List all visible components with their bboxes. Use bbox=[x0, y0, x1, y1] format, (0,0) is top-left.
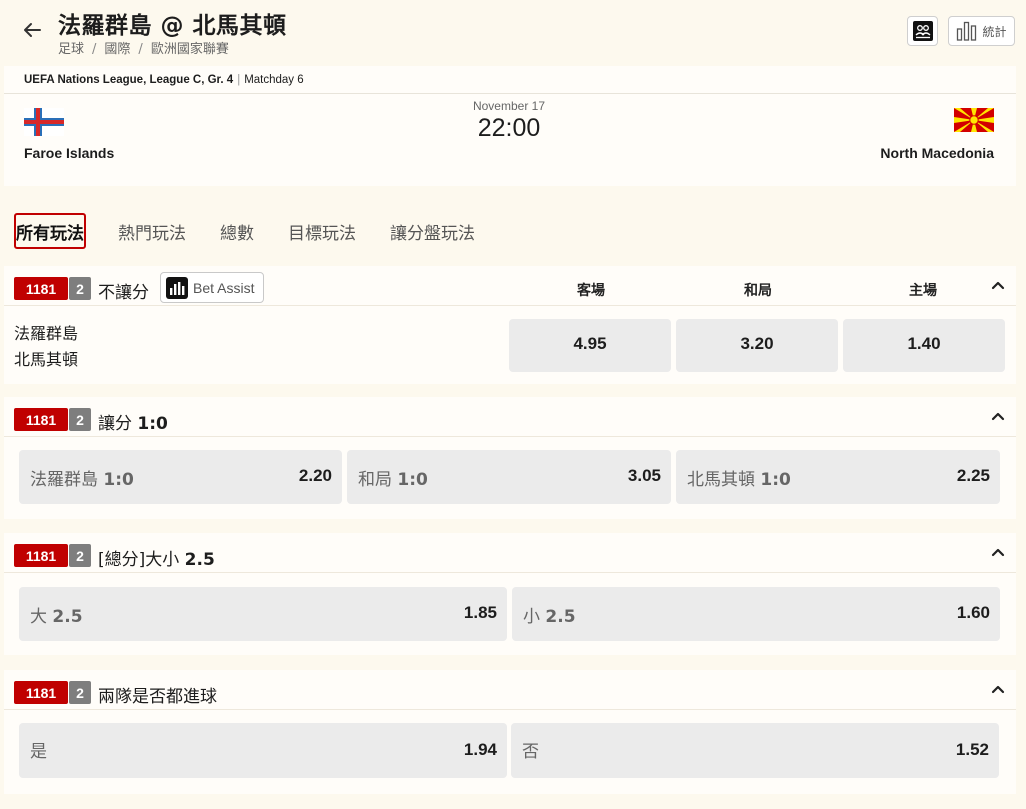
match-date: November 17 bbox=[472, 99, 546, 113]
market-header: 1181 2 不讓分 Bet Assist 客場 和局 主場 bbox=[4, 266, 1016, 306]
bet-assist-button[interactable]: Bet Assist bbox=[160, 272, 264, 303]
odds-value: 1.94 bbox=[463, 740, 497, 759]
tab-popular[interactable]: 熱門玩法 bbox=[116, 213, 188, 249]
market-tabs: 所有玩法 熱門玩法 總數 目標玩法 讓分盤玩法 bbox=[14, 213, 507, 249]
team-line-faroe: 法羅群島 bbox=[14, 324, 79, 343]
odds-button-home[interactable]: 1.40 bbox=[843, 319, 1005, 372]
odds-value: 3.05 bbox=[627, 466, 661, 485]
bet-assist-label: Bet Assist bbox=[193, 279, 255, 296]
faroe-islands-flag-icon bbox=[24, 108, 64, 136]
tab-goals[interactable]: 目標玩法 bbox=[286, 213, 358, 249]
market-num-badge: 2 bbox=[69, 681, 91, 704]
odds-value: 2.25 bbox=[956, 466, 990, 485]
market-code-badge: 1181 bbox=[14, 544, 68, 567]
market-title: [總分]大小 2.5 bbox=[98, 550, 215, 570]
breadcrumb-separator: / bbox=[138, 42, 143, 57]
tab-all-markets[interactable]: 所有玩法 bbox=[14, 213, 86, 249]
market-num-badge: 2 bbox=[69, 544, 91, 567]
column-draw: 和局 bbox=[744, 283, 772, 299]
odds-button-yes[interactable]: 是 1.94 bbox=[19, 723, 507, 778]
odds-button-draw[interactable]: 3.20 bbox=[676, 319, 838, 372]
chevron-up-icon[interactable] bbox=[990, 682, 1006, 698]
option-label: 否 bbox=[522, 742, 539, 762]
chevron-up-icon[interactable] bbox=[990, 409, 1006, 425]
option-label: 法羅群島 1:0 bbox=[30, 470, 134, 490]
stats-button[interactable]: 統計 bbox=[948, 16, 1015, 46]
market-num-badge: 2 bbox=[69, 408, 91, 431]
market-num-badge: 2 bbox=[69, 277, 91, 300]
separator: | bbox=[237, 74, 241, 86]
odds-button-away[interactable]: 4.95 bbox=[509, 319, 671, 372]
market-code-badge: 1181 bbox=[14, 681, 68, 704]
market-code-badge: 1181 bbox=[14, 408, 68, 431]
team-line-macedonia: 北馬其頓 bbox=[14, 350, 79, 369]
tab-handicap[interactable]: 讓分盤玩法 bbox=[388, 213, 477, 249]
market-totals: 1181 2 [總分]大小 2.5 大 2.5 1.85 小 2.5 1.60 bbox=[4, 533, 1016, 655]
matchday: Matchday 6 bbox=[244, 74, 304, 86]
breadcrumb-separator: / bbox=[92, 42, 97, 57]
divider bbox=[4, 93, 1016, 94]
option-label: 小 2.5 bbox=[523, 607, 576, 627]
odds-button-over[interactable]: 大 2.5 1.85 bbox=[19, 587, 507, 641]
chevron-up-icon[interactable] bbox=[990, 545, 1006, 561]
team-lines: 法羅群島 北馬其頓 bbox=[14, 321, 78, 373]
league-info: UEFA Nations League, League C, Gr. 4 | Mat… bbox=[24, 74, 304, 86]
odds-value: 1.52 bbox=[955, 740, 989, 759]
page-title: 法羅群島 @ 北馬其頓 bbox=[58, 13, 287, 39]
column-away: 客場 bbox=[577, 283, 605, 299]
arrow-left-icon[interactable] bbox=[20, 18, 44, 42]
odds-value: 1.40 bbox=[907, 334, 941, 353]
odds-button-no[interactable]: 否 1.52 bbox=[511, 723, 999, 778]
odds-value: 1.60 bbox=[956, 603, 990, 622]
odds-button-under[interactable]: 小 2.5 1.60 bbox=[512, 587, 1000, 641]
option-label: 大 2.5 bbox=[30, 607, 83, 627]
option-label: 北馬其頓 1:0 bbox=[687, 470, 791, 490]
market-both-teams-score: 1181 2 兩隊是否都進球 是 1.94 否 1.52 bbox=[4, 670, 1016, 794]
breadcrumb-item-league[interactable]: 歐洲國家聯賽 bbox=[151, 42, 229, 57]
market-code-badge: 1181 bbox=[14, 277, 68, 300]
market-title: 不讓分 bbox=[98, 283, 149, 303]
tab-totals[interactable]: 總數 bbox=[218, 213, 256, 249]
top-bar: 法羅群島 @ 北馬其頓 足球 / 國際 / 歐洲國家聯賽 統計 bbox=[0, 0, 1026, 66]
odds-value: 3.20 bbox=[740, 334, 774, 353]
market-title: 讓分 1:0 bbox=[98, 414, 168, 434]
stats-label: 統計 bbox=[982, 24, 1007, 39]
odds-value: 4.95 bbox=[573, 334, 607, 353]
option-label: 是 bbox=[30, 742, 47, 762]
odds-button-macedonia-handicap[interactable]: 北馬其頓 1:0 2.25 bbox=[676, 450, 1000, 504]
odds-value: 1.85 bbox=[463, 603, 497, 622]
north-macedonia-flag-icon bbox=[954, 108, 994, 132]
market-moneyline: 1181 2 不讓分 Bet Assist 客場 和局 主場 法羅群島 北馬其頓… bbox=[4, 266, 1016, 384]
breadcrumb-item-region[interactable]: 國際 bbox=[104, 42, 130, 57]
away-team-name: North Macedonia bbox=[880, 145, 994, 161]
market-header: 1181 2 讓分 1:0 bbox=[4, 397, 1016, 437]
match-card: UEFA Nations League, League C, Gr. 4 | Mat… bbox=[4, 66, 1016, 186]
odds-value: 2.20 bbox=[298, 466, 332, 485]
bet-assist-icon bbox=[166, 276, 188, 299]
breadcrumb-item-sport[interactable]: 足球 bbox=[58, 42, 84, 57]
match-time: 22:00 bbox=[477, 114, 541, 142]
odds-button-draw-handicap[interactable]: 和局 1:0 3.05 bbox=[347, 450, 671, 504]
option-label: 和局 1:0 bbox=[358, 470, 428, 490]
market-header: 1181 2 兩隊是否都進球 bbox=[4, 670, 1016, 710]
odds-button-faroe-handicap[interactable]: 法羅群島 1:0 2.20 bbox=[19, 450, 342, 504]
lineup-icon bbox=[912, 21, 933, 41]
league-name[interactable]: UEFA Nations League, League C, Gr. 4 bbox=[24, 74, 233, 86]
market-title: 兩隊是否都進球 bbox=[98, 687, 217, 707]
home-team-name: Faroe Islands bbox=[24, 145, 115, 161]
column-home: 主場 bbox=[909, 283, 937, 299]
market-handicap: 1181 2 讓分 1:0 法羅群島 1:0 2.20 和局 1:0 3.05 … bbox=[4, 397, 1016, 519]
chevron-up-icon[interactable] bbox=[990, 278, 1006, 294]
market-header: 1181 2 [總分]大小 2.5 bbox=[4, 533, 1016, 573]
lineup-button[interactable] bbox=[907, 16, 938, 46]
bar-chart-icon bbox=[957, 21, 977, 41]
breadcrumb: 足球 / 國際 / 歐洲國家聯賽 bbox=[58, 38, 229, 57]
